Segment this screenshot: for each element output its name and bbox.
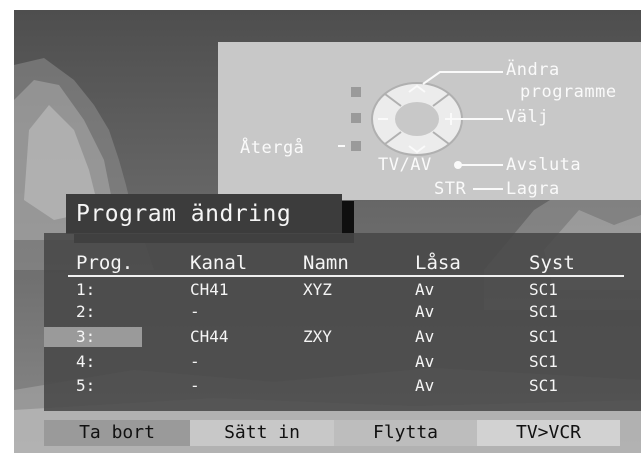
yellow-key-icon [351, 141, 361, 151]
header-divider [68, 275, 624, 277]
table-row[interactable]: 2: - Av SC1 [44, 302, 641, 322]
green-key-icon [351, 113, 361, 123]
help-quit-label: Avsluta [506, 155, 582, 175]
help-tvav-label: TV/AV [378, 155, 432, 175]
header-namn: Namn [303, 252, 349, 274]
tv-vcr-button[interactable]: TV>VCR [477, 420, 620, 446]
help-select-label: Välj [506, 107, 549, 127]
table-row-selected[interactable]: 3: CH44 ZXY Av SC1 [44, 327, 641, 347]
move-button[interactable]: Flytta [334, 420, 477, 446]
insert-button[interactable]: Sätt in [190, 420, 334, 446]
help-str-label: STR [434, 179, 467, 199]
remote-help-panel: Ändra programme Välj Återgå TV/AV Avslut… [218, 42, 641, 200]
menu-title: Program ändring [66, 194, 342, 234]
remote-control-diagram [338, 71, 503, 190]
program-table: Prog. Kanal Namn Låsa Syst 1: CH41 XYZ A… [44, 233, 641, 411]
help-store-label: Lagra [506, 179, 560, 199]
table-row[interactable]: 4: - Av SC1 [44, 352, 641, 372]
header-lasa: Låsa [415, 252, 461, 274]
help-program-label: programme [520, 82, 617, 102]
header-prog: Prog. [76, 252, 134, 274]
help-back-label: Återgå [240, 138, 305, 158]
table-row[interactable]: 1: CH41 XYZ Av SC1 [44, 280, 641, 300]
tv-screen: Ändra programme Välj Återgå TV/AV Avslut… [14, 10, 641, 453]
help-change-label: Ändra [506, 60, 560, 80]
delete-button[interactable]: Ta bort [44, 420, 190, 446]
function-button-bar: Ta bort Sätt in Flytta TV>VCR [44, 420, 620, 446]
header-kanal: Kanal [190, 252, 248, 274]
table-row[interactable]: 5: - Av SC1 [44, 376, 641, 396]
header-syst: Syst [529, 252, 575, 274]
red-key-icon [351, 87, 361, 97]
